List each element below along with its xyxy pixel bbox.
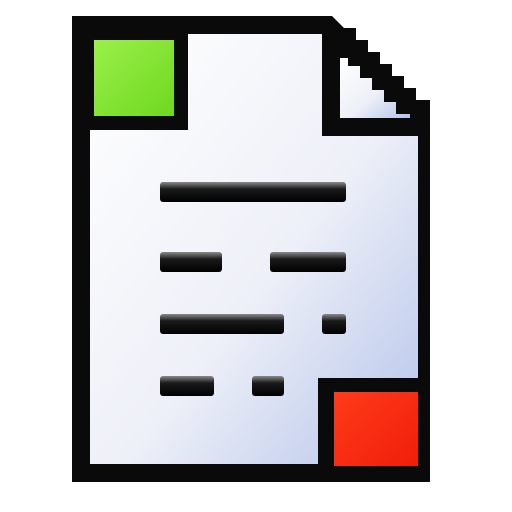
green-marker bbox=[94, 40, 174, 116]
document-icon bbox=[0, 0, 512, 512]
text-line-4a bbox=[160, 376, 214, 396]
text-line-4b bbox=[252, 376, 284, 396]
text-line-2a bbox=[160, 252, 222, 272]
document-svg bbox=[72, 16, 430, 482]
text-line-3a bbox=[160, 314, 284, 334]
text-line-2b bbox=[270, 252, 346, 272]
text-line-3b bbox=[322, 314, 346, 334]
red-marker bbox=[334, 392, 418, 466]
text-line-1 bbox=[160, 182, 346, 202]
